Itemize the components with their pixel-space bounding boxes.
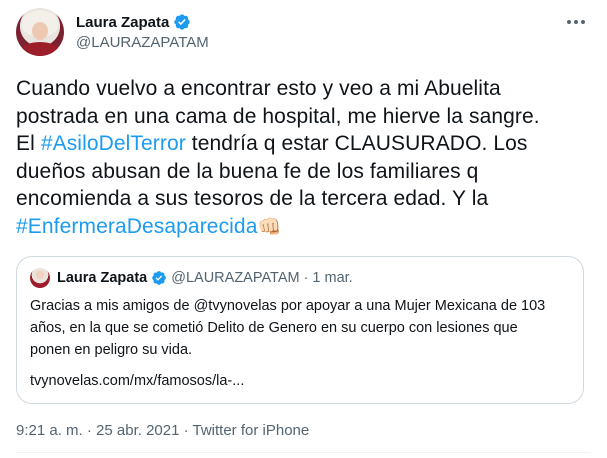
tweet-text-line: Cuando vuelvo a encontrar esto y veo a m… bbox=[16, 75, 596, 103]
tweet-text-line: postrada en una cama de hospital, me hie… bbox=[16, 103, 596, 131]
divider bbox=[16, 452, 591, 453]
tweet-text-segment: Cuando vuelvo a encontrar esto y veo a m… bbox=[16, 77, 501, 100]
tweet-metadata[interactable]: 9:21 a. m. · 25 abr. 2021 · Twitter for … bbox=[16, 422, 309, 439]
quoted-author-handle: @LAURAZAPATAM bbox=[171, 270, 300, 286]
quoted-tweet-header: Laura Zapata @LAURAZAPATAM · 1 mar. bbox=[57, 269, 353, 287]
tweet-text: Cuando vuelvo a encontrar esto y veo a m… bbox=[16, 75, 596, 241]
quoted-separator: · bbox=[303, 270, 309, 286]
quoted-tweet[interactable]: Laura Zapata @LAURAZAPATAM · 1 mar. Grac… bbox=[16, 256, 584, 404]
more-options-icon[interactable] bbox=[564, 14, 588, 30]
tweet-text-line: encomienda a sus tesoros de la tercera e… bbox=[16, 185, 596, 213]
tweet-text-segment: tendría q estar CLAUSURADO. Los bbox=[185, 132, 528, 155]
tweet-text-line: El #AsiloDelTerror tendría q estar CLAUS… bbox=[16, 130, 596, 158]
quoted-text-line: Gracias a mis amigos de @tvynovelas por … bbox=[30, 298, 546, 314]
quoted-tweet-date: 1 mar. bbox=[312, 270, 353, 286]
tweet-text-segment: El bbox=[16, 132, 41, 155]
quoted-tweet-text: Gracias a mis amigos de @tvynovelas por … bbox=[30, 295, 570, 361]
verified-badge-icon bbox=[174, 14, 191, 30]
hashtag-link[interactable]: #EnfermeraDesaparecida bbox=[16, 215, 258, 238]
avatar-shirt bbox=[20, 42, 60, 56]
tweet-text-segment: dueños abusan de la buena fe de los fami… bbox=[16, 159, 479, 183]
tweet-text-line: #EnfermeraDesaparecida👊🏻 bbox=[16, 213, 596, 242]
tweet-text-segment: postrada en una cama de hospital, me hie… bbox=[16, 104, 540, 128]
fist-emoji-icon: 👊🏻 bbox=[257, 216, 282, 238]
verified-badge-icon bbox=[152, 271, 167, 285]
avatar-face bbox=[32, 22, 48, 40]
author-handle[interactable]: @LAURAZAPATAM bbox=[76, 34, 209, 51]
author-name-row[interactable]: Laura Zapata bbox=[76, 12, 191, 32]
quoted-tweet-link[interactable]: tvynovelas.com/mx/famosos/la-... bbox=[30, 373, 244, 389]
quoted-author-name: Laura Zapata bbox=[57, 270, 148, 286]
quoted-text-line: ponen en peligro su vida. bbox=[30, 342, 193, 358]
quoted-author-avatar bbox=[30, 268, 50, 288]
author-avatar[interactable] bbox=[16, 8, 64, 56]
tweet-text-line: dueños abusan de la buena fe de los fami… bbox=[16, 158, 596, 186]
tweet-text-segment: encomienda a sus tesoros de la tercera e… bbox=[16, 187, 489, 210]
author-display-name[interactable]: Laura Zapata bbox=[76, 14, 169, 31]
hashtag-link[interactable]: #AsiloDelTerror bbox=[41, 132, 186, 155]
quoted-text-line: años, en la que se cometió Delito de Gen… bbox=[30, 320, 518, 336]
tweet-card: Laura Zapata @LAURAZAPATAM Cuando vuelvo… bbox=[0, 0, 607, 458]
